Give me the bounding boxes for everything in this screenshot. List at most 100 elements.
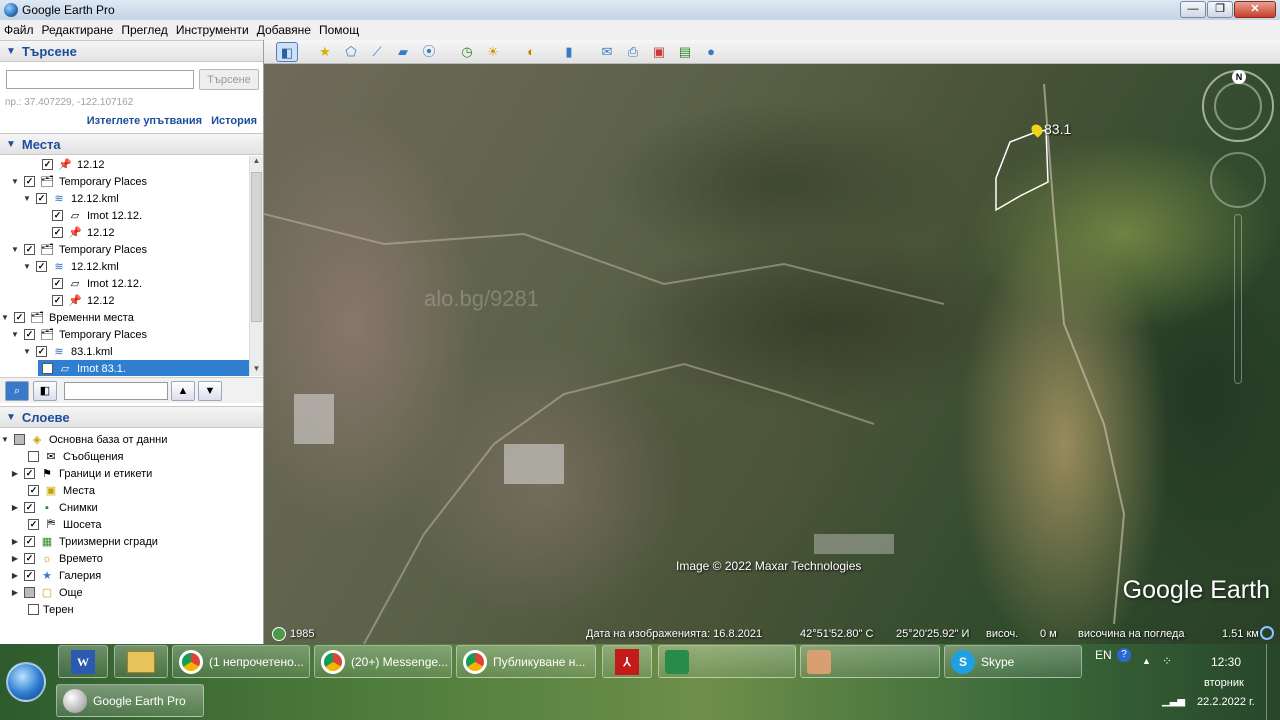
menu-view[interactable]: Преглед xyxy=(121,23,168,37)
historical-clock-icon[interactable] xyxy=(272,627,286,641)
expand-triangle-icon[interactable]: ▶ xyxy=(10,537,20,546)
checkbox[interactable]: ✓ xyxy=(14,312,25,323)
list-item[interactable]: ✓ 📌 12.12 xyxy=(38,156,105,173)
menu-help[interactable]: Помощ xyxy=(319,23,359,37)
move-down-icon[interactable]: ▼ xyxy=(198,381,222,401)
checkbox[interactable]: ✓ xyxy=(28,519,39,530)
expand-triangle-icon[interactable]: ▶ xyxy=(10,503,20,512)
list-item[interactable]: ▼ ✓ ≋ 12.12.kml xyxy=(22,190,119,207)
add-placemark-icon[interactable]: ★ xyxy=(314,42,336,62)
clock-time[interactable]: 12:30 xyxy=(1211,655,1241,669)
expand-triangle-icon[interactable]: ▼ xyxy=(22,262,32,271)
checkbox[interactable]: ✓ xyxy=(52,278,63,289)
checkbox[interactable]: ✓ xyxy=(24,553,35,564)
save-image-icon[interactable]: ▣ xyxy=(648,42,670,62)
expand-triangle-icon[interactable]: ▶ xyxy=(10,554,20,563)
checkbox[interactable]: ✓ xyxy=(24,570,35,581)
list-item[interactable]: ▼ ✓ 🗂 Временни места xyxy=(0,309,134,326)
zoom-slider[interactable] xyxy=(1234,214,1242,384)
expand-triangle-icon[interactable]: ▶ xyxy=(10,469,20,478)
clock-day[interactable]: вторник xyxy=(1204,677,1244,689)
list-item-selected[interactable]: ✓ ▱ Imot 83.1. xyxy=(38,360,249,376)
chrome-tab-2[interactable]: (20+) Messenge... xyxy=(314,645,452,678)
directions-link[interactable]: Изтеглете упътвания xyxy=(87,115,202,127)
maximize-button[interactable]: ❐ xyxy=(1207,1,1233,18)
checkbox[interactable]: ✓ xyxy=(42,159,53,170)
earth-icon[interactable]: ● xyxy=(700,42,722,62)
signal-icon[interactable]: ▁▃▅ xyxy=(1162,696,1185,707)
scroll-up-icon[interactable]: ▲ xyxy=(250,156,263,168)
list-item[interactable]: ▶ ▢ Още xyxy=(10,584,83,601)
clock-date[interactable]: 22.2.2022 г. xyxy=(1197,696,1255,708)
menu-tools[interactable]: Инструменти xyxy=(176,23,249,37)
expand-triangle-icon[interactable]: ▼ xyxy=(22,347,32,356)
scroll-thumb[interactable] xyxy=(251,172,262,322)
google-earth-taskbar-button[interactable]: Google Earth Pro xyxy=(56,684,204,717)
checkbox[interactable]: ✓ xyxy=(28,485,39,496)
expand-triangle-icon[interactable]: ▼ xyxy=(10,330,20,339)
list-item[interactable]: ▶ ✓ ★ Галерия xyxy=(10,567,101,584)
move-up-icon[interactable]: ▲ xyxy=(171,381,195,401)
places-header[interactable]: ▼ Места xyxy=(0,133,263,155)
list-item[interactable]: ▶ ✓ ▦ Триизмерни сгради xyxy=(10,533,158,550)
chrome-tab-1[interactable]: (1 непрочетено... xyxy=(172,645,310,678)
checkbox[interactable]: ✓ xyxy=(42,363,53,374)
checkbox[interactable]: ✓ xyxy=(36,193,47,204)
explorer-taskbar-icon[interactable] xyxy=(114,645,168,678)
record-tour-icon[interactable]: ⦿ xyxy=(418,42,440,62)
sunlight-icon[interactable]: ☀ xyxy=(482,42,504,62)
list-item[interactable]: ✓ ⛿ Шосета xyxy=(24,516,101,533)
map-icon[interactable]: ▤ xyxy=(674,42,696,62)
help-icon[interactable]: ? xyxy=(1117,648,1131,662)
add-overlay-icon[interactable]: ▰ xyxy=(392,42,414,62)
list-item[interactable]: ✓ 📌 12.12 xyxy=(48,292,115,309)
start-button-icon[interactable] xyxy=(6,662,46,702)
compass-ring[interactable]: N xyxy=(1202,70,1274,142)
search-places-icon[interactable]: ⌕ xyxy=(5,381,29,401)
list-item[interactable]: ▼ ✓ 🗂 Temporary Places xyxy=(10,241,147,258)
checkbox[interactable]: ✓ xyxy=(24,329,35,340)
checkbox[interactable]: ✓ xyxy=(52,295,63,306)
scroll-down-icon[interactable]: ▼ xyxy=(250,364,263,376)
checkbox[interactable] xyxy=(28,604,39,615)
list-item[interactable]: ✓ 📌 12.12 xyxy=(48,224,115,241)
menu-file[interactable]: Файл xyxy=(4,23,34,37)
list-item[interactable]: ▼ ◈ Основна база от данни xyxy=(0,431,167,448)
word-taskbar-icon[interactable]: W xyxy=(58,645,108,678)
list-item[interactable]: ✓ ▱ Imot 12.12. xyxy=(48,275,142,292)
checkbox[interactable]: ✓ xyxy=(24,502,35,513)
checkbox[interactable] xyxy=(24,587,35,598)
email-icon[interactable]: ✉ xyxy=(596,42,618,62)
checkbox[interactable] xyxy=(28,451,39,462)
menu-edit[interactable]: Редактиране xyxy=(42,23,114,37)
expand-triangle-icon[interactable]: ▼ xyxy=(22,194,32,203)
search-input[interactable] xyxy=(6,70,194,89)
add-path-icon[interactable]: ⟋ xyxy=(366,42,388,62)
language-indicator[interactable]: EN xyxy=(1095,648,1112,662)
checkbox[interactable] xyxy=(14,434,25,445)
menu-add[interactable]: Добавяне xyxy=(257,23,311,37)
places-scrollbar[interactable]: ▲ ▼ xyxy=(249,156,263,376)
add-polygon-icon[interactable]: ⬠ xyxy=(340,42,362,62)
list-item[interactable]: ▶ ✓ ⚑ Граници и етикети xyxy=(10,465,152,482)
list-item[interactable]: ✓ ▱ Imot 12.12. xyxy=(48,207,142,224)
checkbox[interactable]: ✓ xyxy=(24,176,35,187)
ruler-icon[interactable]: ▮ xyxy=(558,42,580,62)
layers-header[interactable]: ▼ Слоеве xyxy=(0,406,263,428)
history-link[interactable]: История xyxy=(211,115,257,127)
minimize-button[interactable]: — xyxy=(1180,1,1206,18)
list-item[interactable]: ▼ ✓ ≋ 83.1.kml xyxy=(22,343,113,360)
map-view[interactable]: 83.1 alo.bg/9281 N Image © 2022 Maxar Te… xyxy=(264,64,1280,644)
chrome-tab-3[interactable]: Публикуване н... xyxy=(456,645,596,678)
checkbox[interactable]: ✓ xyxy=(24,244,35,255)
acrobat-taskbar-icon[interactable]: ⅄ xyxy=(602,645,652,678)
checkbox[interactable]: ✓ xyxy=(24,468,35,479)
sidebar-toggle-icon[interactable]: ◧ xyxy=(276,42,298,62)
list-item[interactable]: ▼ ✓ ≋ 12.12.kml xyxy=(22,258,119,275)
list-item[interactable]: ▼ ✓ 🗂 Temporary Places xyxy=(10,173,147,190)
planets-icon[interactable]: ◐ xyxy=(520,42,542,62)
checkbox[interactable]: ✓ xyxy=(52,210,63,221)
list-item[interactable]: ▶ ✓ ☼ Времето xyxy=(10,550,103,567)
search-header[interactable]: ▼ Търсене xyxy=(0,40,263,62)
expand-triangle-icon[interactable]: ▶ xyxy=(10,588,20,597)
